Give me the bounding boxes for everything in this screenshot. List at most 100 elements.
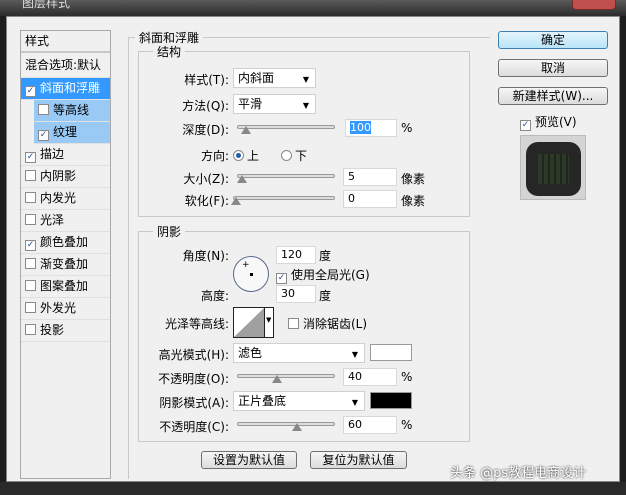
checkbox-icon[interactable]: ✓ [38,130,49,141]
style-select[interactable]: 内斜面 ▼ [233,68,316,88]
angle-input[interactable]: 120 [276,246,316,264]
checkbox-icon[interactable]: ✓ [25,86,36,97]
technique-select[interactable]: 平滑 ▼ [233,94,316,114]
window-title: 图层样式 [22,0,71,10]
styles-header[interactable]: 样式 [21,31,110,53]
checkbox-icon[interactable] [25,214,36,225]
checkbox-icon[interactable] [25,170,36,181]
style-item-label: 光泽 [40,213,65,227]
antialias-label: 消除锯齿(L) [303,317,368,331]
checkbox-icon[interactable] [25,258,36,269]
global-light-checkbox[interactable]: ✓ 使用全局光(G) [276,266,370,284]
highlight-mode-select[interactable]: 滤色 ▼ [233,343,365,363]
style-value: 内斜面 [238,71,275,85]
style-item[interactable]: ✓ 纹理 [34,122,110,144]
soften-label: 软化(F): [184,194,229,208]
checkbox-icon [288,318,299,329]
direction-up-label: 上 [247,149,260,163]
shadow-opacity-slider[interactable] [237,422,335,431]
style-item[interactable]: 图案叠加 [21,276,110,298]
soften-unit: 像素 [401,194,426,208]
style-item-label: 斜面和浮雕 [40,81,101,95]
blend-options-item[interactable]: 混合选项:默认 [21,53,110,78]
style-item-label: 图案叠加 [40,279,89,293]
style-label: 样式(T): [184,73,229,87]
style-item[interactable]: 等高线 [34,100,110,122]
highlight-opacity-slider[interactable] [237,374,335,383]
style-item-label: 颜色叠加 [40,235,89,249]
new-style-button[interactable]: 新建样式(W)... [498,87,608,105]
highlight-opacity-input[interactable]: 40 [343,368,397,386]
title-bar [0,0,626,16]
style-item-label: 描边 [40,147,65,161]
antialias-checkbox[interactable]: 消除锯齿(L) [288,315,367,332]
slider-thumb[interactable] [231,197,241,205]
reset-default-button[interactable]: 复位为默认值 [310,451,407,469]
direction-up-radio[interactable]: 上 [233,147,259,164]
shadow-mode-label: 阴影模式(A): [159,396,229,410]
style-item[interactable]: 渐变叠加 [21,254,110,276]
size-input[interactable]: 5 [343,168,397,186]
checkbox-icon[interactable] [38,104,49,115]
ok-button[interactable]: 确定 [498,31,608,49]
angle-dial[interactable]: + [233,256,269,292]
chevron-down-icon: ▼ [302,101,309,110]
style-item[interactable]: 内阴影 [21,166,110,188]
style-item[interactable]: 内发光 [21,188,110,210]
size-slider[interactable] [237,174,335,183]
style-item[interactable]: 外发光 [21,298,110,320]
highlight-mode-label: 高光模式(H): [158,348,229,362]
contour-preview-icon [234,308,264,337]
highlight-color-swatch[interactable] [370,344,412,361]
depth-label: 深度(D): [182,123,229,137]
technique-value: 平滑 [238,97,263,111]
global-light-label: 使用全局光(G) [291,268,370,282]
size-unit: 像素 [401,172,426,186]
radio-icon [233,150,244,161]
style-item[interactable]: ✓ 颜色叠加 [21,232,110,254]
slider-thumb[interactable] [241,126,251,134]
depth-slider[interactable] [237,125,335,134]
shadow-color-swatch[interactable] [370,392,412,409]
checkbox-icon: ✓ [276,273,287,284]
depth-unit: % [401,121,413,135]
chevron-down-icon: ▼ [266,316,272,324]
cancel-button[interactable]: 取消 [498,59,608,77]
group-title: 阴影 [153,223,186,240]
watermark: 头条 @ps教程电商设计 [450,466,587,481]
style-item[interactable]: ✓ 描边 [21,144,110,166]
preview-checkbox[interactable]: ✓ 预览(V) [520,113,577,131]
checkbox-icon[interactable] [25,302,36,313]
style-item[interactable]: ✓ 斜面和浮雕 [21,78,110,100]
style-preview [520,135,586,200]
shadow-mode-value: 正片叠底 [238,394,287,408]
slider-thumb[interactable] [292,423,302,431]
style-item-label: 渐变叠加 [40,257,89,271]
checkbox-icon[interactable] [25,324,36,335]
checkbox-icon[interactable] [25,192,36,203]
checkbox-icon[interactable] [25,280,36,291]
size-label: 大小(Z): [183,172,229,186]
soften-input[interactable]: 0 [343,190,397,208]
altitude-label: 高度: [200,289,229,303]
slider-thumb[interactable] [237,175,247,183]
direction-down-radio[interactable]: 下 [281,147,307,164]
style-item[interactable]: 投影 [21,320,110,342]
shadow-opacity-input[interactable]: 60 [343,416,397,434]
dial-center-icon [250,273,253,276]
checkbox-icon[interactable]: ✓ [25,152,36,163]
make-default-button[interactable]: 设置为默认值 [201,451,297,469]
slider-thumb[interactable] [272,375,282,383]
chevron-down-icon: ▼ [351,398,358,407]
percent-unit: % [401,418,413,432]
shadow-mode-select[interactable]: 正片叠底 ▼ [233,391,365,411]
gloss-contour-picker[interactable]: ▼ [233,307,274,338]
soften-slider[interactable] [231,196,335,205]
highlight-opacity-label: 不透明度(O): [158,372,229,386]
checkbox-icon[interactable]: ✓ [25,240,36,251]
close-button[interactable] [572,0,616,10]
depth-input[interactable]: 100 [345,119,397,137]
altitude-input[interactable]: 30 [276,285,316,303]
style-item-label: 纹理 [53,125,78,139]
style-item[interactable]: 光泽 [21,210,110,232]
